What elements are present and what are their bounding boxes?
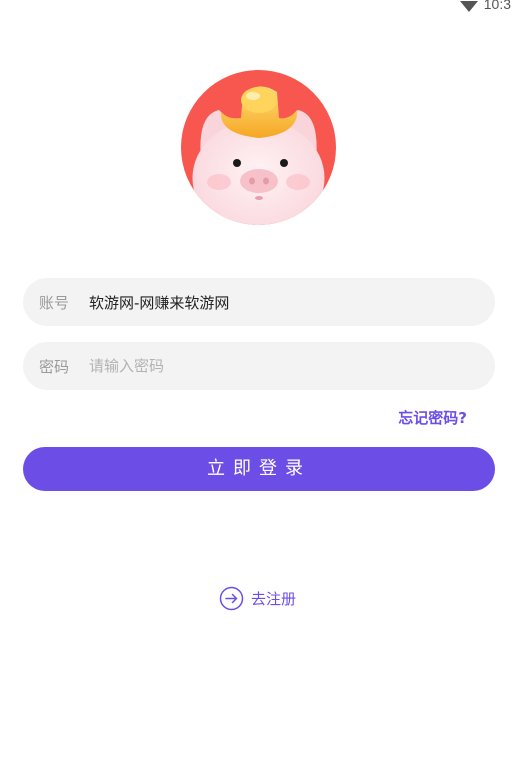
account-field[interactable]: 账号 (23, 278, 495, 326)
status-time: 10:3 (483, 0, 511, 12)
account-input[interactable] (89, 293, 495, 311)
login-button[interactable]: 立即登录 (23, 447, 495, 491)
status-bar: 10:3 (459, 0, 511, 14)
wifi-icon (459, 0, 478, 12)
register-label: 去注册 (251, 590, 297, 608)
forgot-password-link[interactable]: 忘记密码? (398, 407, 467, 428)
piggy-bank-gold-ingot-icon (181, 70, 336, 225)
password-field[interactable]: 密码 (23, 342, 495, 390)
password-label: 密码 (39, 357, 70, 376)
arrow-right-circle-icon (219, 586, 244, 611)
avatar (181, 70, 336, 225)
register-link[interactable]: 去注册 (219, 586, 296, 611)
account-label: 账号 (39, 293, 70, 312)
password-input[interactable] (89, 357, 495, 375)
